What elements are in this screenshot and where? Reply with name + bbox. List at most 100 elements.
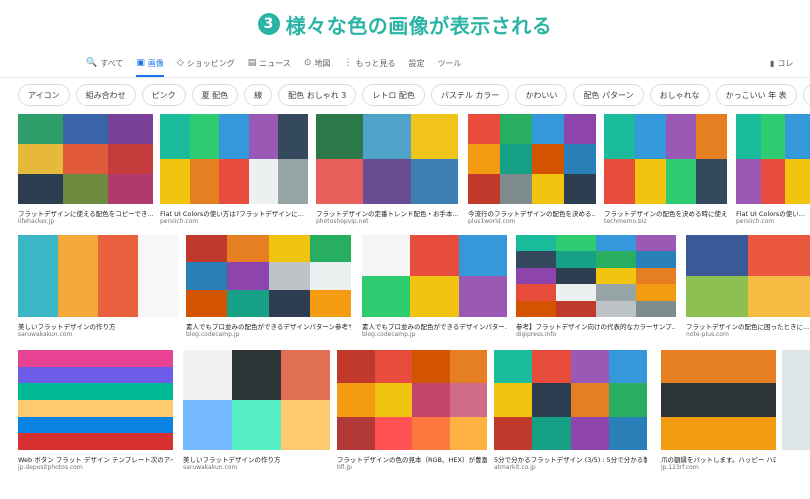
result-caption[interactable]: Web ボタン フラット デザイン テンプレート次のアイ... — [18, 454, 173, 464]
result-source: atmarkit.co.jp — [494, 464, 536, 471]
result-thumbnail[interactable] — [18, 350, 173, 450]
result-caption[interactable]: Flat UI Colorsの使い方は?フラットデザインに... — [160, 208, 308, 218]
related-search-chip[interactable]: マテリアル デザイン — [802, 84, 810, 106]
related-search-chip[interactable]: アイコン — [18, 84, 70, 106]
result-caption[interactable]: フラットデザインの配色に困ったときに... — [686, 321, 810, 331]
color-swatch — [268, 235, 310, 263]
color-swatch — [227, 235, 269, 263]
image-result-card[interactable]: 今流行のフラットデザインの配色を決める... plus1world.com — [468, 114, 596, 228]
result-thumbnail[interactable] — [604, 114, 727, 204]
color-swatch — [281, 350, 330, 400]
result-caption[interactable]: 今流行のフラットデザインの配色を決める... — [468, 208, 596, 218]
result-thumbnail[interactable] — [18, 114, 153, 204]
result-thumbnail[interactable] — [494, 350, 647, 450]
related-search-chip[interactable]: ピンク — [141, 84, 186, 106]
color-swatch — [596, 251, 636, 268]
color-swatch — [532, 114, 564, 144]
image-result-card[interactable]: フラットデザインの配色を決める時に使え... techmemo.biz — [604, 114, 727, 228]
tab-2[interactable]: ◇ ショッピング — [177, 52, 235, 74]
related-search-chip[interactable]: 配色 おしゃれ 3 — [278, 84, 357, 106]
result-thumbnail[interactable] — [362, 235, 507, 317]
image-result-card[interactable]: フラットデザインに使える配色をコピーでき... lifehacker.jp — [18, 114, 153, 228]
tab-label: ショッピング — [186, 58, 235, 68]
color-swatch — [636, 251, 676, 268]
tab-3[interactable]: ▤ ニュース — [248, 52, 291, 74]
result-thumbnail[interactable] — [183, 350, 330, 450]
related-search-chip[interactable]: 線 — [244, 84, 273, 106]
result-thumbnail[interactable] — [18, 235, 178, 317]
result-caption[interactable]: 爪の額縁をバットします。ハッピー ハロ... — [661, 454, 776, 464]
image-result-card[interactable]: 参考】フラットデザイン向けの代表的なカラーサンプ... digipress.inf… — [516, 235, 676, 341]
result-caption[interactable]: 美しいフラットデザインの作り方 — [183, 454, 330, 464]
image-result-card[interactable]: 美しいフラットデザインの作り方 saruwakakun.com — [183, 350, 330, 474]
image-result-card[interactable]: 素人でもプロ並みの配色ができるデザインパター... blog.codecamp.j… — [362, 235, 507, 341]
result-thumbnail[interactable] — [337, 350, 487, 450]
result-source: note-plus.com — [686, 331, 729, 338]
result-thumbnail[interactable] — [316, 114, 458, 204]
related-search-chip[interactable]: かっこいい 年 表 — [715, 84, 797, 106]
tab-6[interactable]: 設定 — [408, 52, 424, 74]
result-thumbnail[interactable] — [468, 114, 596, 204]
image-result-card[interactable]: Flat UI Colorsの使い... persiich.com — [736, 114, 810, 228]
color-swatch — [316, 114, 364, 159]
page-headline: 3 様々な色の画像が表示される — [0, 6, 810, 42]
result-thumbnail[interactable] — [516, 235, 676, 317]
related-search-chip[interactable]: かわいい — [515, 84, 568, 106]
result-thumbnail[interactable] — [186, 235, 351, 317]
tab-7[interactable]: ツール — [437, 52, 461, 74]
tab-1[interactable]: ▣ 画像 — [136, 52, 164, 77]
tab-5[interactable]: ⋮ もっと見る — [343, 52, 395, 74]
color-swatch — [337, 383, 375, 417]
color-swatch — [232, 350, 281, 400]
related-search-chip[interactable]: 組み合わせ — [75, 84, 136, 106]
image-result-card[interactable]: フラットデザインの配色に困ったときに... note-plus.com — [686, 235, 810, 341]
image-result-card[interactable]: フラットデザインの色の見本（RGB、HEX）が豊富... bfl.jp — [337, 350, 487, 474]
color-swatch — [374, 350, 412, 384]
result-caption[interactable]: 5分で分かるフラットデザイン (3/5) : 5分で分かる製... — [494, 454, 647, 464]
image-result-card[interactable]: 5分で分かるフラットデザイン (3/5) : 5分で分かる製... atmarki… — [494, 350, 647, 474]
color-swatch — [316, 159, 364, 204]
color-swatch — [556, 284, 596, 301]
related-search-chip[interactable]: 夏 配色 — [191, 84, 239, 106]
image-result-card[interactable]: Flat UI Colorsの使い方は?フラットデザインに... persiich… — [160, 114, 308, 228]
result-caption[interactable]: 参考】フラットデザイン向けの代表的なカラーサンプ... — [516, 321, 676, 331]
result-caption[interactable]: フラットデザインの定番トレンド配色・お手本... — [316, 208, 458, 218]
result-caption[interactable]: 美しいフラットデザインの作り方 — [18, 321, 178, 331]
color-swatch — [468, 114, 500, 144]
related-search-chip[interactable]: レトロ 配色 — [362, 84, 425, 106]
color-swatch — [18, 114, 63, 144]
image-result-card[interactable]: 素人でもプロ並みの配色ができるデザインパターン参考サ... blog.codeca… — [186, 235, 351, 341]
color-swatch — [18, 416, 173, 434]
color-swatch — [58, 235, 98, 317]
result-thumbnail[interactable] — [160, 114, 308, 204]
color-swatch — [449, 416, 487, 450]
image-result-card[interactable] — [782, 350, 810, 474]
result-thumbnail[interactable] — [782, 350, 810, 450]
image-result-card[interactable]: フラットデザインの定番トレンド配色・お手本... photoshopvip.net — [316, 114, 458, 228]
color-swatch — [63, 174, 108, 204]
image-result-card[interactable]: 美しいフラットデザインの作り方 saruwakakun.com — [18, 235, 178, 341]
collections-link[interactable]: ▮ コレ — [770, 52, 793, 74]
result-caption[interactable]: Flat UI Colorsの使い... — [736, 208, 810, 218]
tab-4[interactable]: ⊙ 地図 — [304, 52, 331, 74]
result-caption[interactable]: フラットデザインに使える配色をコピーでき... — [18, 208, 153, 218]
image-result-card[interactable]: 爪の額縁をバットします。ハッピー ハロ... jp.123rf.com — [661, 350, 776, 474]
result-caption[interactable]: フラットデザインの色の見本（RGB、HEX）が豊富... — [337, 454, 487, 464]
color-swatch — [494, 350, 533, 384]
result-thumbnail[interactable] — [661, 350, 776, 450]
result-caption[interactable]: 素人でもプロ並みの配色ができるデザインパター... — [362, 321, 507, 331]
result-caption[interactable]: 素人でもプロ並みの配色ができるデザインパターン参考サ... — [186, 321, 351, 331]
related-search-chip[interactable]: 配色 パターン — [573, 84, 644, 106]
color-swatch — [596, 235, 636, 252]
result-thumbnail[interactable] — [736, 114, 810, 204]
related-search-chip[interactable]: パステル カラー — [430, 84, 510, 106]
color-swatch — [785, 159, 810, 204]
related-search-chip[interactable]: おしゃれな — [649, 84, 710, 106]
tab-0[interactable]: 🔍 すべて — [86, 52, 123, 74]
color-swatch — [532, 350, 571, 384]
color-swatch — [412, 350, 450, 384]
result-caption[interactable]: フラットデザインの配色を決める時に使え... — [604, 208, 727, 218]
color-swatch — [63, 144, 108, 174]
result-thumbnail[interactable] — [686, 235, 810, 317]
image-result-card[interactable]: Web ボタン フラット デザイン テンプレート次のアイ... jp.deposi… — [18, 350, 173, 474]
